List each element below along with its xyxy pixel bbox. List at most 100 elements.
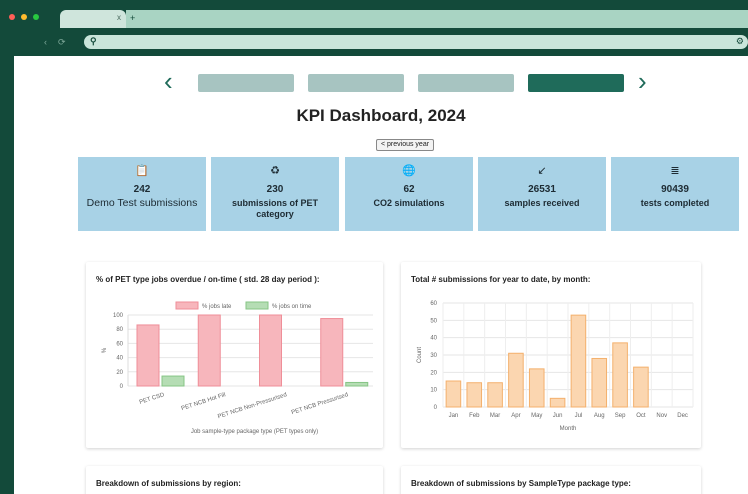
x-tick-label: Jun (553, 413, 563, 419)
x-tick-label: PET NCB Hot Fill (181, 392, 227, 412)
list-icon: ≣ (670, 165, 680, 177)
y-tick-label: 20 (430, 370, 437, 376)
kpi-label: CO2 simulations (373, 198, 445, 208)
x-tick-label: PET CSD (139, 392, 166, 406)
tab-close-icon[interactable]: x (117, 13, 121, 22)
bar (136, 324, 160, 387)
y-tick-label: 60 (116, 341, 123, 347)
x-tick-label: Aug (594, 413, 605, 419)
minimize-window-dot[interactable] (21, 14, 27, 20)
page-title: KPI Dashboard, 2024 (296, 106, 466, 125)
bar (508, 352, 524, 408)
legend-swatch (175, 301, 199, 310)
kpi-label: tests completed (640, 198, 710, 208)
bar (345, 381, 369, 387)
sampletype-card: Breakdown of submissions by SampleType p… (401, 466, 701, 494)
y-tick-label: 40 (116, 356, 123, 362)
bar (591, 357, 608, 408)
browser-title-bar: x + (0, 0, 748, 30)
y-axis-label: Count (417, 347, 423, 363)
x-tick-label: PET NCB Pressurised (291, 392, 349, 416)
x-tick-label: May (531, 413, 542, 419)
pager-pill-2[interactable] (308, 74, 404, 92)
monthly-chart-card: Total # submissions for year to date, by… (401, 262, 701, 448)
pager-next-arrow-icon[interactable]: › (638, 68, 647, 94)
bar (320, 318, 344, 387)
previous-year-button[interactable]: < previous year (376, 139, 435, 151)
y-tick-label: 80 (116, 327, 123, 333)
extension-icon[interactable]: ⚙ (736, 36, 744, 47)
y-tick-label: 20 (116, 370, 123, 376)
y-tick-label: 0 (434, 405, 438, 411)
recycle-icon: ♻ (270, 165, 280, 177)
kpi-card-co2: 🌐 62 CO2 simulations (345, 157, 473, 231)
tab-strip: + (126, 10, 748, 28)
close-window-dot[interactable] (9, 14, 15, 20)
legend-label: % jobs on time (272, 304, 312, 310)
kpi-value: 62 (403, 184, 415, 195)
kpi-card-demo-test: 📋 242 Demo Test submissions (78, 157, 206, 231)
pager-prev-arrow-icon[interactable]: ‹ (164, 68, 173, 94)
kpi-card-samples: ↙ 26531 samples received (478, 157, 606, 231)
clipboard-icon: 📋 (135, 165, 149, 177)
x-tick-label: Apr (511, 413, 520, 419)
monthly-bar-chart: 0 10 20 30 40 50 60 Count Jan Feb Mar Apr May Jun Jul A… (417, 301, 694, 432)
page-pager: ‹ › (14, 68, 748, 98)
browser-tab[interactable]: x (60, 10, 126, 28)
y-tick-label: 50 (430, 318, 437, 324)
region-card-title: Breakdown of submissions by region: (96, 479, 241, 488)
bar (612, 342, 628, 408)
x-axis-label: Month (560, 426, 577, 432)
bar (259, 314, 282, 387)
kpi-label: submissions of PET category (231, 198, 318, 219)
reload-icon[interactable]: ⟳ (58, 37, 66, 48)
new-tab-icon[interactable]: + (130, 13, 135, 23)
bar (487, 382, 503, 408)
x-tick-label: PET NCB Non-Pressurised (217, 392, 288, 420)
pager-pill-3[interactable] (418, 74, 514, 92)
kpi-value: 230 (266, 184, 284, 195)
search-icon: ⚲ (90, 36, 97, 46)
bar (161, 375, 185, 387)
x-tick-label: Nov (656, 413, 667, 419)
x-tick-label: Jul (575, 413, 583, 419)
overdue-chart-card: % of PET type jobs overdue / on-time ( s… (86, 262, 383, 448)
bar (445, 380, 462, 408)
x-tick-label: Feb (469, 413, 480, 419)
y-tick-label: 30 (430, 353, 437, 359)
x-tick-label: Sep (615, 413, 626, 419)
kpi-label: samples received (504, 198, 580, 208)
x-tick-label: Dec (677, 413, 688, 419)
y-axis-label: % (102, 347, 108, 353)
kpi-value: 242 (133, 184, 151, 195)
pager-pill-4-active[interactable] (528, 74, 624, 92)
back-icon[interactable]: ‹ (44, 37, 47, 47)
region-card: Breakdown of submissions by region: (86, 466, 383, 494)
window-controls (9, 14, 39, 20)
x-axis-label: Job sample-type package type (PET types … (191, 429, 318, 435)
bar (528, 368, 545, 408)
kpi-value: 26531 (528, 184, 556, 195)
kpi-label: Demo Test submissions (86, 197, 198, 209)
dashboard-page: ‹ › KPI Dashboard, 2024 < previous year … (14, 56, 748, 494)
arrow-down-left-icon: ↙ (537, 165, 547, 177)
overdue-bar-chart: % jobs late % jobs on time 0 20 40 60 80 100% PE… (102, 301, 373, 435)
y-tick-label: 0 (120, 384, 124, 390)
kpi-value: 90439 (661, 184, 689, 195)
bar (466, 382, 483, 408)
pager-pill-1[interactable] (198, 74, 294, 92)
x-tick-label: Jan (449, 413, 459, 419)
globe-icon: 🌐 (402, 165, 416, 177)
legend-label: % jobs late (202, 304, 232, 310)
sampletype-card-title: Breakdown of submissions by SampleType p… (411, 479, 631, 488)
x-tick-label: Mar (490, 413, 500, 419)
x-tick-label: Oct (636, 413, 646, 419)
browser-toolbar: ‹ ⟳ ⚲ ⚙ (14, 30, 748, 56)
y-tick-label: 40 (430, 336, 437, 342)
y-tick-label: 10 (430, 388, 437, 394)
y-tick-label: 60 (430, 301, 437, 307)
legend-swatch (245, 301, 269, 310)
kpi-card-pet: ♻ 230 submissions of PET category (211, 157, 339, 231)
address-bar[interactable]: ⚲ ⚙ (84, 35, 748, 49)
maximize-window-dot[interactable] (33, 14, 39, 20)
